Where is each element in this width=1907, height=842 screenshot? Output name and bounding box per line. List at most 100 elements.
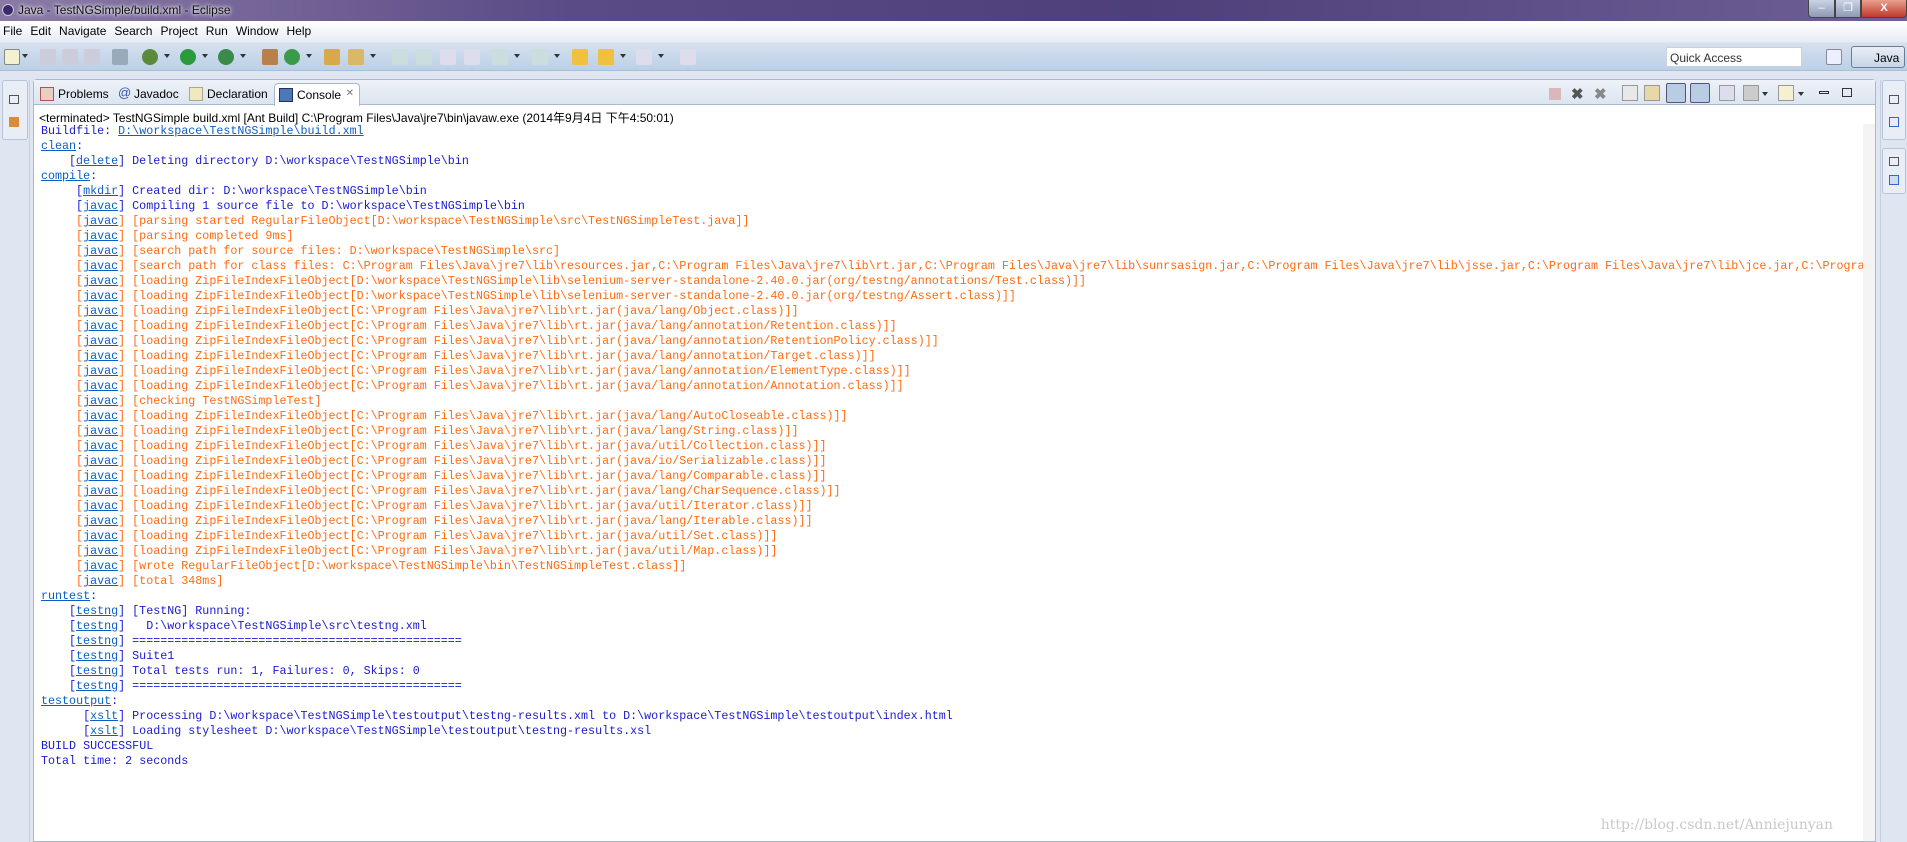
pin-console-icon[interactable] [1719, 85, 1735, 101]
close-button[interactable]: X [1861, 0, 1907, 18]
task-link[interactable]: javac [83, 319, 118, 333]
task-link[interactable]: javac [83, 514, 118, 528]
show-console-on-stdout-icon[interactable] [1666, 83, 1686, 103]
task-link[interactable]: javac [83, 544, 118, 558]
task-link[interactable]: javac [83, 529, 118, 543]
java-perspective-button[interactable]: Java [1851, 46, 1905, 68]
outline-icon[interactable] [1889, 117, 1899, 127]
close-tab-icon[interactable]: ✕ [346, 88, 354, 99]
quick-access-input[interactable]: Quick Access [1666, 47, 1802, 67]
open-perspective-icon[interactable] [1826, 49, 1842, 65]
task-link[interactable]: xslt [90, 709, 118, 723]
task-link[interactable]: javac [83, 469, 118, 483]
pin-editor-icon[interactable] [680, 49, 696, 65]
restore-icon[interactable] [1889, 157, 1899, 166]
debug-icon[interactable] [142, 49, 158, 65]
task-link[interactable]: javac [83, 199, 118, 213]
menu-file[interactable]: File [0, 21, 27, 38]
task-link[interactable]: testng [76, 679, 118, 693]
restore-icon[interactable] [9, 95, 19, 104]
target-link[interactable]: testoutput [41, 694, 111, 708]
menu-edit[interactable]: Edit [27, 21, 56, 38]
task-link[interactable]: xslt [90, 724, 118, 738]
remove-launch-icon[interactable]: ✖ [1571, 85, 1587, 103]
restore-button[interactable]: ❐ [1835, 0, 1861, 18]
print-icon[interactable] [84, 49, 100, 65]
back-icon[interactable] [598, 49, 614, 65]
minimize-view-icon[interactable] [1819, 91, 1829, 94]
tab-console[interactable]: Console ✕ [274, 83, 360, 106]
task-link[interactable]: javac [83, 379, 118, 393]
task-link[interactable]: javac [83, 364, 118, 378]
task-link[interactable]: javac [83, 274, 118, 288]
skip-breakpoints-icon[interactable] [112, 49, 128, 65]
task-link[interactable]: delete [76, 154, 118, 168]
console-output[interactable]: Buildfile: D:\workspace\TestNGSimple\bui… [41, 124, 1865, 769]
package-explorer-icon[interactable] [9, 117, 19, 127]
task-link[interactable]: javac [83, 394, 118, 408]
maximize-view-icon[interactable] [1842, 88, 1852, 97]
tab-problems[interactable]: Problems [36, 83, 115, 105]
menu-search[interactable]: Search [111, 21, 157, 38]
task-link[interactable]: javac [83, 244, 118, 258]
search-icon[interactable] [348, 49, 364, 65]
task-link[interactable]: testng [76, 619, 118, 633]
menu-project[interactable]: Project [157, 21, 202, 38]
next-annotation-icon[interactable] [492, 49, 508, 65]
task-link[interactable]: javac [83, 439, 118, 453]
tab-declaration[interactable]: Declaration [185, 83, 274, 105]
buildfile-link[interactable]: D:\workspace\TestNGSimple\build.xml [118, 124, 363, 138]
menu-run[interactable]: Run [203, 21, 233, 38]
task-link[interactable]: testng [76, 649, 118, 663]
show-whitespace-icon[interactable] [464, 49, 480, 65]
menu-window[interactable]: Window [233, 21, 284, 38]
previous-annotation-icon[interactable] [532, 49, 548, 65]
menu-help[interactable]: Help [284, 21, 317, 38]
task-link[interactable]: javac [83, 454, 118, 468]
target-link[interactable]: clean [41, 139, 76, 153]
run-icon[interactable] [180, 49, 196, 65]
open-console-icon[interactable] [1778, 85, 1794, 101]
task-link[interactable]: mkdir [83, 184, 118, 198]
toggle-annotation-icon[interactable] [392, 49, 408, 65]
task-link[interactable]: javac [83, 409, 118, 423]
external-tools-icon[interactable] [218, 49, 234, 65]
target-link[interactable]: runtest [41, 589, 90, 603]
task-link[interactable]: javac [83, 289, 118, 303]
show-console-on-stderr-icon[interactable] [1690, 83, 1710, 103]
task-link[interactable]: javac [83, 424, 118, 438]
new-java-package-icon[interactable] [262, 49, 278, 65]
task-link[interactable]: testng [76, 604, 118, 618]
save-icon[interactable] [40, 49, 56, 65]
minimize-button[interactable]: – [1808, 0, 1835, 18]
restore-icon[interactable] [1889, 95, 1899, 104]
clear-console-icon[interactable] [1622, 85, 1638, 101]
vertical-scrollbar[interactable] [1863, 124, 1875, 841]
task-link[interactable]: javac [83, 229, 118, 243]
task-link[interactable]: javac [83, 334, 118, 348]
forward-icon[interactable] [636, 49, 652, 65]
block-selection-icon[interactable] [440, 49, 456, 65]
terminate-icon[interactable] [1549, 88, 1561, 100]
task-link[interactable]: javac [83, 574, 118, 588]
task-link[interactable]: javac [83, 304, 118, 318]
task-link[interactable]: javac [83, 499, 118, 513]
save-all-icon[interactable] [62, 49, 78, 65]
remove-all-terminated-icon[interactable]: ✖ [1594, 85, 1610, 103]
scroll-lock-icon[interactable] [1644, 85, 1660, 101]
open-type-icon[interactable] [324, 49, 340, 65]
new-java-class-icon[interactable] [284, 49, 300, 65]
target-link[interactable]: compile [41, 169, 90, 183]
task-link[interactable]: javac [83, 349, 118, 363]
new-icon[interactable] [4, 49, 20, 65]
task-link[interactable]: testng [76, 634, 118, 648]
toggle-mark-icon[interactable] [416, 49, 432, 65]
tab-javadoc[interactable]: @ Javadoc [114, 83, 185, 105]
last-edit-icon[interactable] [572, 49, 588, 65]
task-link[interactable]: javac [83, 214, 118, 228]
task-link[interactable]: javac [83, 484, 118, 498]
task-link[interactable]: testng [76, 664, 118, 678]
display-selected-console-icon[interactable] [1743, 85, 1759, 101]
task-list-icon[interactable] [1889, 175, 1899, 185]
task-link[interactable]: javac [83, 559, 118, 573]
